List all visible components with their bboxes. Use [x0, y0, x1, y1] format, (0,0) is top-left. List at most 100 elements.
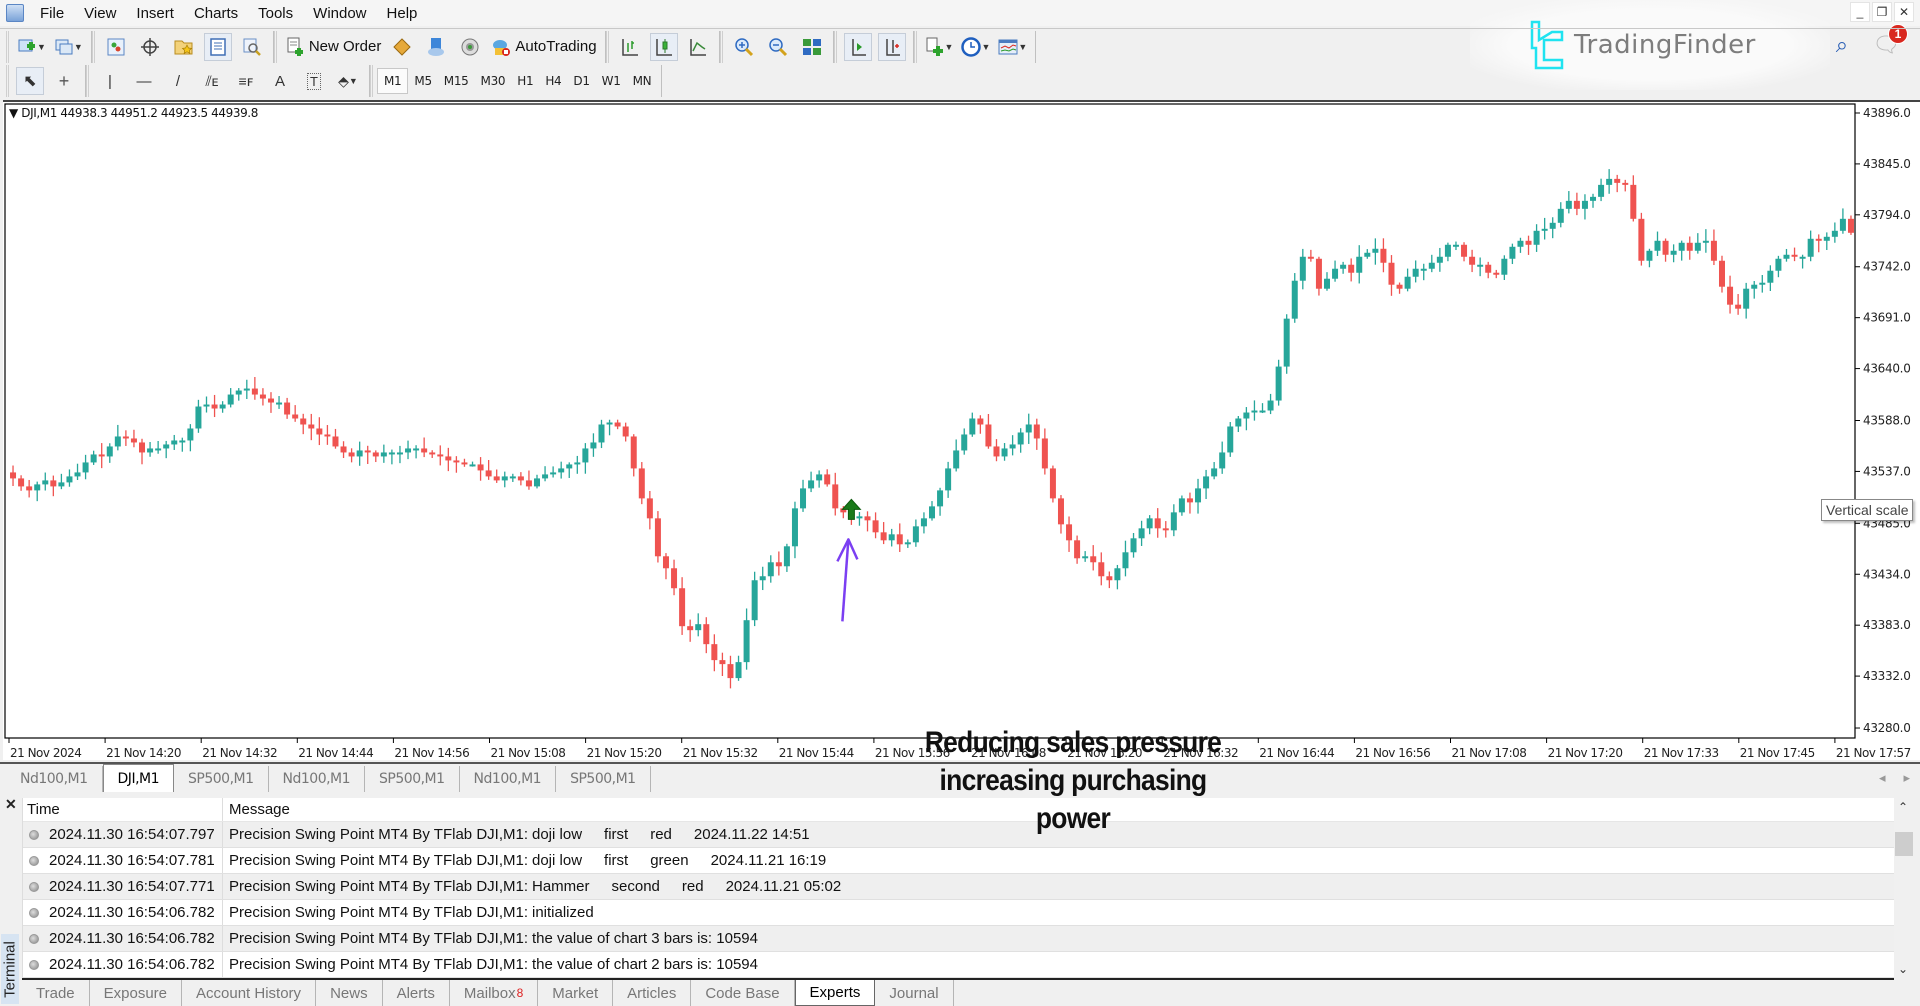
timeframe-h1[interactable]: H1 — [511, 68, 539, 94]
menu-insert[interactable]: Insert — [128, 5, 186, 22]
menu-tools[interactable]: Tools — [250, 5, 305, 22]
menu-file[interactable]: File — [32, 5, 76, 22]
timeframe-d1[interactable]: D1 — [567, 68, 595, 94]
timeframe-m15[interactable]: M15 — [438, 68, 475, 94]
zoom-in-button[interactable] — [730, 33, 758, 61]
timeframe-mn[interactable]: MN — [627, 68, 658, 94]
chart-window[interactable]: ▼ DJI,M1 44938.3 44951.2 44923.5 44939.8… — [3, 100, 1920, 835]
bull-candle — [1598, 184, 1605, 197]
crosshair-tool[interactable]: + — [50, 67, 78, 95]
terminal-tab-alerts[interactable]: Alerts — [383, 980, 450, 1006]
new-chart-button[interactable]: ▼ — [16, 33, 47, 61]
terminal-tab-market[interactable]: Market — [538, 980, 614, 1006]
log-scrollbar[interactable]: ⌃ ⌄ — [1894, 798, 1914, 978]
favorites-button[interactable] — [170, 33, 198, 61]
bull-candle — [961, 434, 968, 451]
tab-scroll-right-icon[interactable]: ▸ — [1903, 770, 1910, 786]
bull-candle — [1001, 448, 1008, 457]
new-order-label: New Order — [308, 38, 382, 55]
tab-scroll-left-icon[interactable]: ◂ — [1879, 770, 1886, 786]
trendline-tool[interactable]: / — [164, 67, 192, 95]
bull-candle — [1235, 418, 1242, 427]
chart-tab-active[interactable]: DJI,M1 — [102, 764, 175, 792]
chart-tab[interactable]: SP500,M1 — [174, 766, 269, 792]
line-chart-button[interactable] — [684, 33, 712, 61]
cloud-button[interactable] — [422, 33, 450, 61]
terminal-tab-experts[interactable]: Experts — [794, 980, 876, 1006]
bull-candle — [413, 448, 420, 451]
price-chart[interactable]: 43896.0 43845.0 43794.0 43742.0 43691.0 43640… — [3, 102, 1920, 762]
log-row[interactable]: 2024.11.30 16:54:06.782 Precision Swing P… — [23, 900, 1894, 926]
terminal-tab-articles[interactable]: Articles — [613, 980, 692, 1006]
terminal-tab-mailbox[interactable]: Mailbox 8 — [450, 980, 539, 1006]
text-tool[interactable]: A — [266, 67, 294, 95]
menu-charts[interactable]: Charts — [186, 5, 250, 22]
scroll-up-icon[interactable]: ⌃ — [1898, 800, 1908, 814]
tile-windows-button[interactable] — [798, 33, 826, 61]
menu-window[interactable]: Window — [305, 5, 378, 22]
data-window-button[interactable] — [203, 32, 232, 61]
bull-candle — [1606, 178, 1613, 185]
minimize-button[interactable]: _ — [1850, 2, 1870, 22]
log-row[interactable]: 2024.11.30 16:54:07.781 Precision Swing P… — [23, 848, 1894, 874]
new-order-button[interactable]: New Order — [284, 33, 383, 61]
terminal-close-button[interactable]: ✕ — [5, 796, 17, 813]
timeframe-m5[interactable]: M5 — [408, 68, 437, 94]
terminal-tab-exposure[interactable]: Exposure — [90, 980, 183, 1006]
log-row[interactable]: 2024.11.30 16:54:06.782 Precision Swing P… — [23, 926, 1894, 952]
terminal-tab-code-base[interactable]: Code Base — [691, 980, 795, 1006]
metaeditor-button[interactable] — [388, 33, 416, 61]
menu-help[interactable]: Help — [379, 5, 430, 22]
restore-button[interactable]: ❐ — [1872, 2, 1892, 22]
bull-candle — [791, 508, 798, 547]
indicators-button[interactable]: ▼ — [924, 33, 955, 61]
scrollbar-thumb[interactable] — [1895, 832, 1913, 856]
horizontal-line-tool[interactable]: — — [130, 67, 158, 95]
timeframe-h4[interactable]: H4 — [539, 68, 567, 94]
column-header-time[interactable]: Time — [23, 798, 223, 821]
templates-button[interactable]: ▼ — [997, 33, 1028, 61]
zoom-out-button[interactable] — [764, 33, 792, 61]
terminal-tab-trade[interactable]: Trade — [22, 980, 90, 1006]
strategy-tester-button[interactable] — [238, 33, 266, 61]
cursor-tool[interactable]: ⬉ — [16, 67, 44, 95]
close-button[interactable]: ✕ — [1894, 2, 1914, 22]
bull-candle — [1082, 556, 1089, 559]
fibonacci-tool[interactable]: ≡ꜰ — [232, 67, 260, 95]
signals-button[interactable] — [456, 33, 484, 61]
log-source: Precision Swing Point MT4 By TFlab DJI,M… — [229, 930, 528, 947]
chart-tab[interactable]: SP500,M1 — [365, 766, 460, 792]
arrows-tool[interactable]: ⬘ ▼ — [334, 67, 362, 95]
periods-button[interactable]: ▼ — [960, 33, 991, 61]
new-order-icon — [287, 37, 303, 56]
scroll-down-icon[interactable]: ⌄ — [1898, 962, 1908, 976]
profiles-button[interactable]: ▼ — [53, 33, 84, 61]
chart-tab[interactable]: Nd100,M1 — [269, 766, 366, 792]
candlestick-button[interactable] — [649, 32, 678, 61]
terminal-tab-news[interactable]: News — [316, 980, 383, 1006]
market-watch-icon — [107, 38, 125, 55]
menu-view[interactable]: View — [76, 5, 128, 22]
navigator-button[interactable] — [136, 33, 164, 61]
chart-shift-button[interactable] — [843, 32, 872, 61]
channel-tool[interactable]: ⫽ᴇ — [198, 67, 226, 95]
chart-tab[interactable]: SP500,M1 — [556, 766, 651, 792]
timeframe-w1[interactable]: W1 — [596, 68, 627, 94]
bar-chart-button[interactable] — [616, 33, 644, 61]
timeframe-m30[interactable]: M30 — [475, 68, 512, 94]
timeframe-m1[interactable]: M1 — [377, 68, 409, 94]
terminal-tab-account-history[interactable]: Account History — [182, 980, 317, 1006]
bear-candle — [1485, 264, 1492, 273]
auto-scroll-button[interactable] — [877, 32, 906, 61]
vertical-line-tool[interactable]: | — [96, 67, 124, 95]
terminal-tab-journal[interactable]: Journal — [875, 980, 954, 1006]
market-watch-button[interactable] — [102, 33, 130, 61]
collapse-triangle-icon[interactable]: ▼ — [9, 106, 18, 120]
text-label-tool[interactable]: T — [300, 67, 328, 95]
autotrading-button[interactable]: AutoTrading — [490, 33, 597, 61]
drawing-toolbar: ⬉ + | — / ⫽ᴇ ≡ꜰ A T ⬘ ▼ M1 M5 M15 M30 H1 … — [0, 64, 1920, 98]
chart-tab[interactable]: Nd100,M1 — [6, 766, 103, 792]
chart-tab[interactable]: Nd100,M1 — [460, 766, 557, 792]
log-row[interactable]: 2024.11.30 16:54:06.782 Precision Swing P… — [23, 952, 1894, 978]
log-row[interactable]: 2024.11.30 16:54:07.771 Precision Swing P… — [23, 874, 1894, 900]
